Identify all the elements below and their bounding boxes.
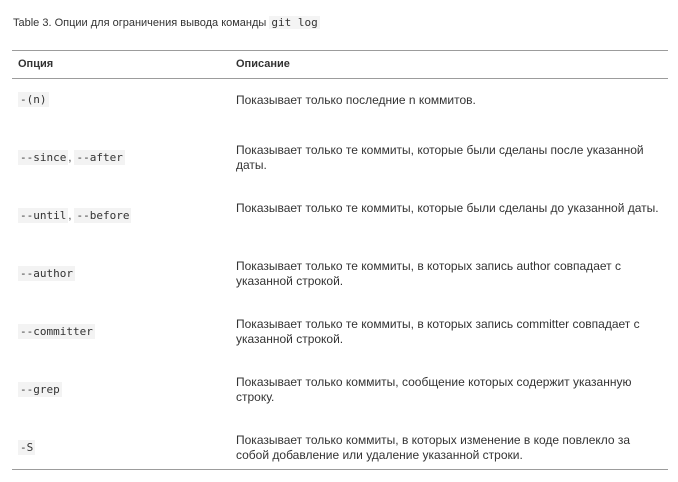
table-header: Опция Описание (12, 51, 668, 79)
table-row: --author Показывает только те коммиты, в… (12, 253, 668, 311)
option-cell: --committer (18, 324, 95, 339)
description-cell: Показывает только те коммиты, в которых … (236, 259, 621, 288)
table-row: --until, --before Показывает только те к… (12, 195, 668, 253)
option-cell: --grep (18, 382, 62, 397)
table-row: --since, --after Показывает только те ко… (12, 137, 668, 195)
option-cell: --until, --before (18, 208, 132, 223)
description-cell: Показывает только последние n коммитов. (236, 93, 476, 107)
option-cell: -S (18, 440, 36, 455)
description-cell: Показывает только те коммиты, которые бы… (236, 201, 659, 215)
table-row: --committer Показывает только те коммиты… (12, 311, 668, 369)
description-cell: Показывает только те коммиты, которые бы… (236, 143, 644, 172)
option-cell: --author (18, 266, 75, 281)
table-row: -(n) Показывает только последние n комми… (12, 79, 668, 137)
table-caption: Table 3. Опции для ограничения вывода ко… (13, 15, 320, 31)
option-code: --after (74, 150, 125, 165)
option-code: -(n) (18, 92, 49, 107)
option-code: --committer (18, 324, 95, 339)
description-cell: Показывает только коммиты, в которых изм… (236, 433, 631, 462)
option-code: --author (18, 266, 75, 281)
caption-command: git log (269, 16, 320, 29)
options-table: Опция Описание -(n) Показывает только по… (12, 50, 668, 470)
option-code: --before (74, 208, 132, 223)
header-description: Описание (236, 58, 290, 70)
table-row: --grep Показывает только коммиты, сообще… (12, 369, 668, 427)
description-cell: Показывает только коммиты, сообщение кот… (236, 375, 632, 404)
header-option: Опция (18, 58, 54, 70)
option-cell: -(n) (18, 92, 49, 107)
option-code: -S (18, 440, 36, 455)
option-code: --until (18, 208, 69, 223)
table-row: -S Показывает только коммиты, в которых … (12, 427, 668, 469)
option-code: --since (18, 150, 69, 165)
option-code: --grep (18, 382, 62, 397)
description-cell: Показывает только те коммиты, в которых … (236, 317, 640, 346)
option-cell: --since, --after (18, 150, 125, 165)
caption-text: Table 3. Опции для ограничения вывода ко… (13, 17, 267, 29)
